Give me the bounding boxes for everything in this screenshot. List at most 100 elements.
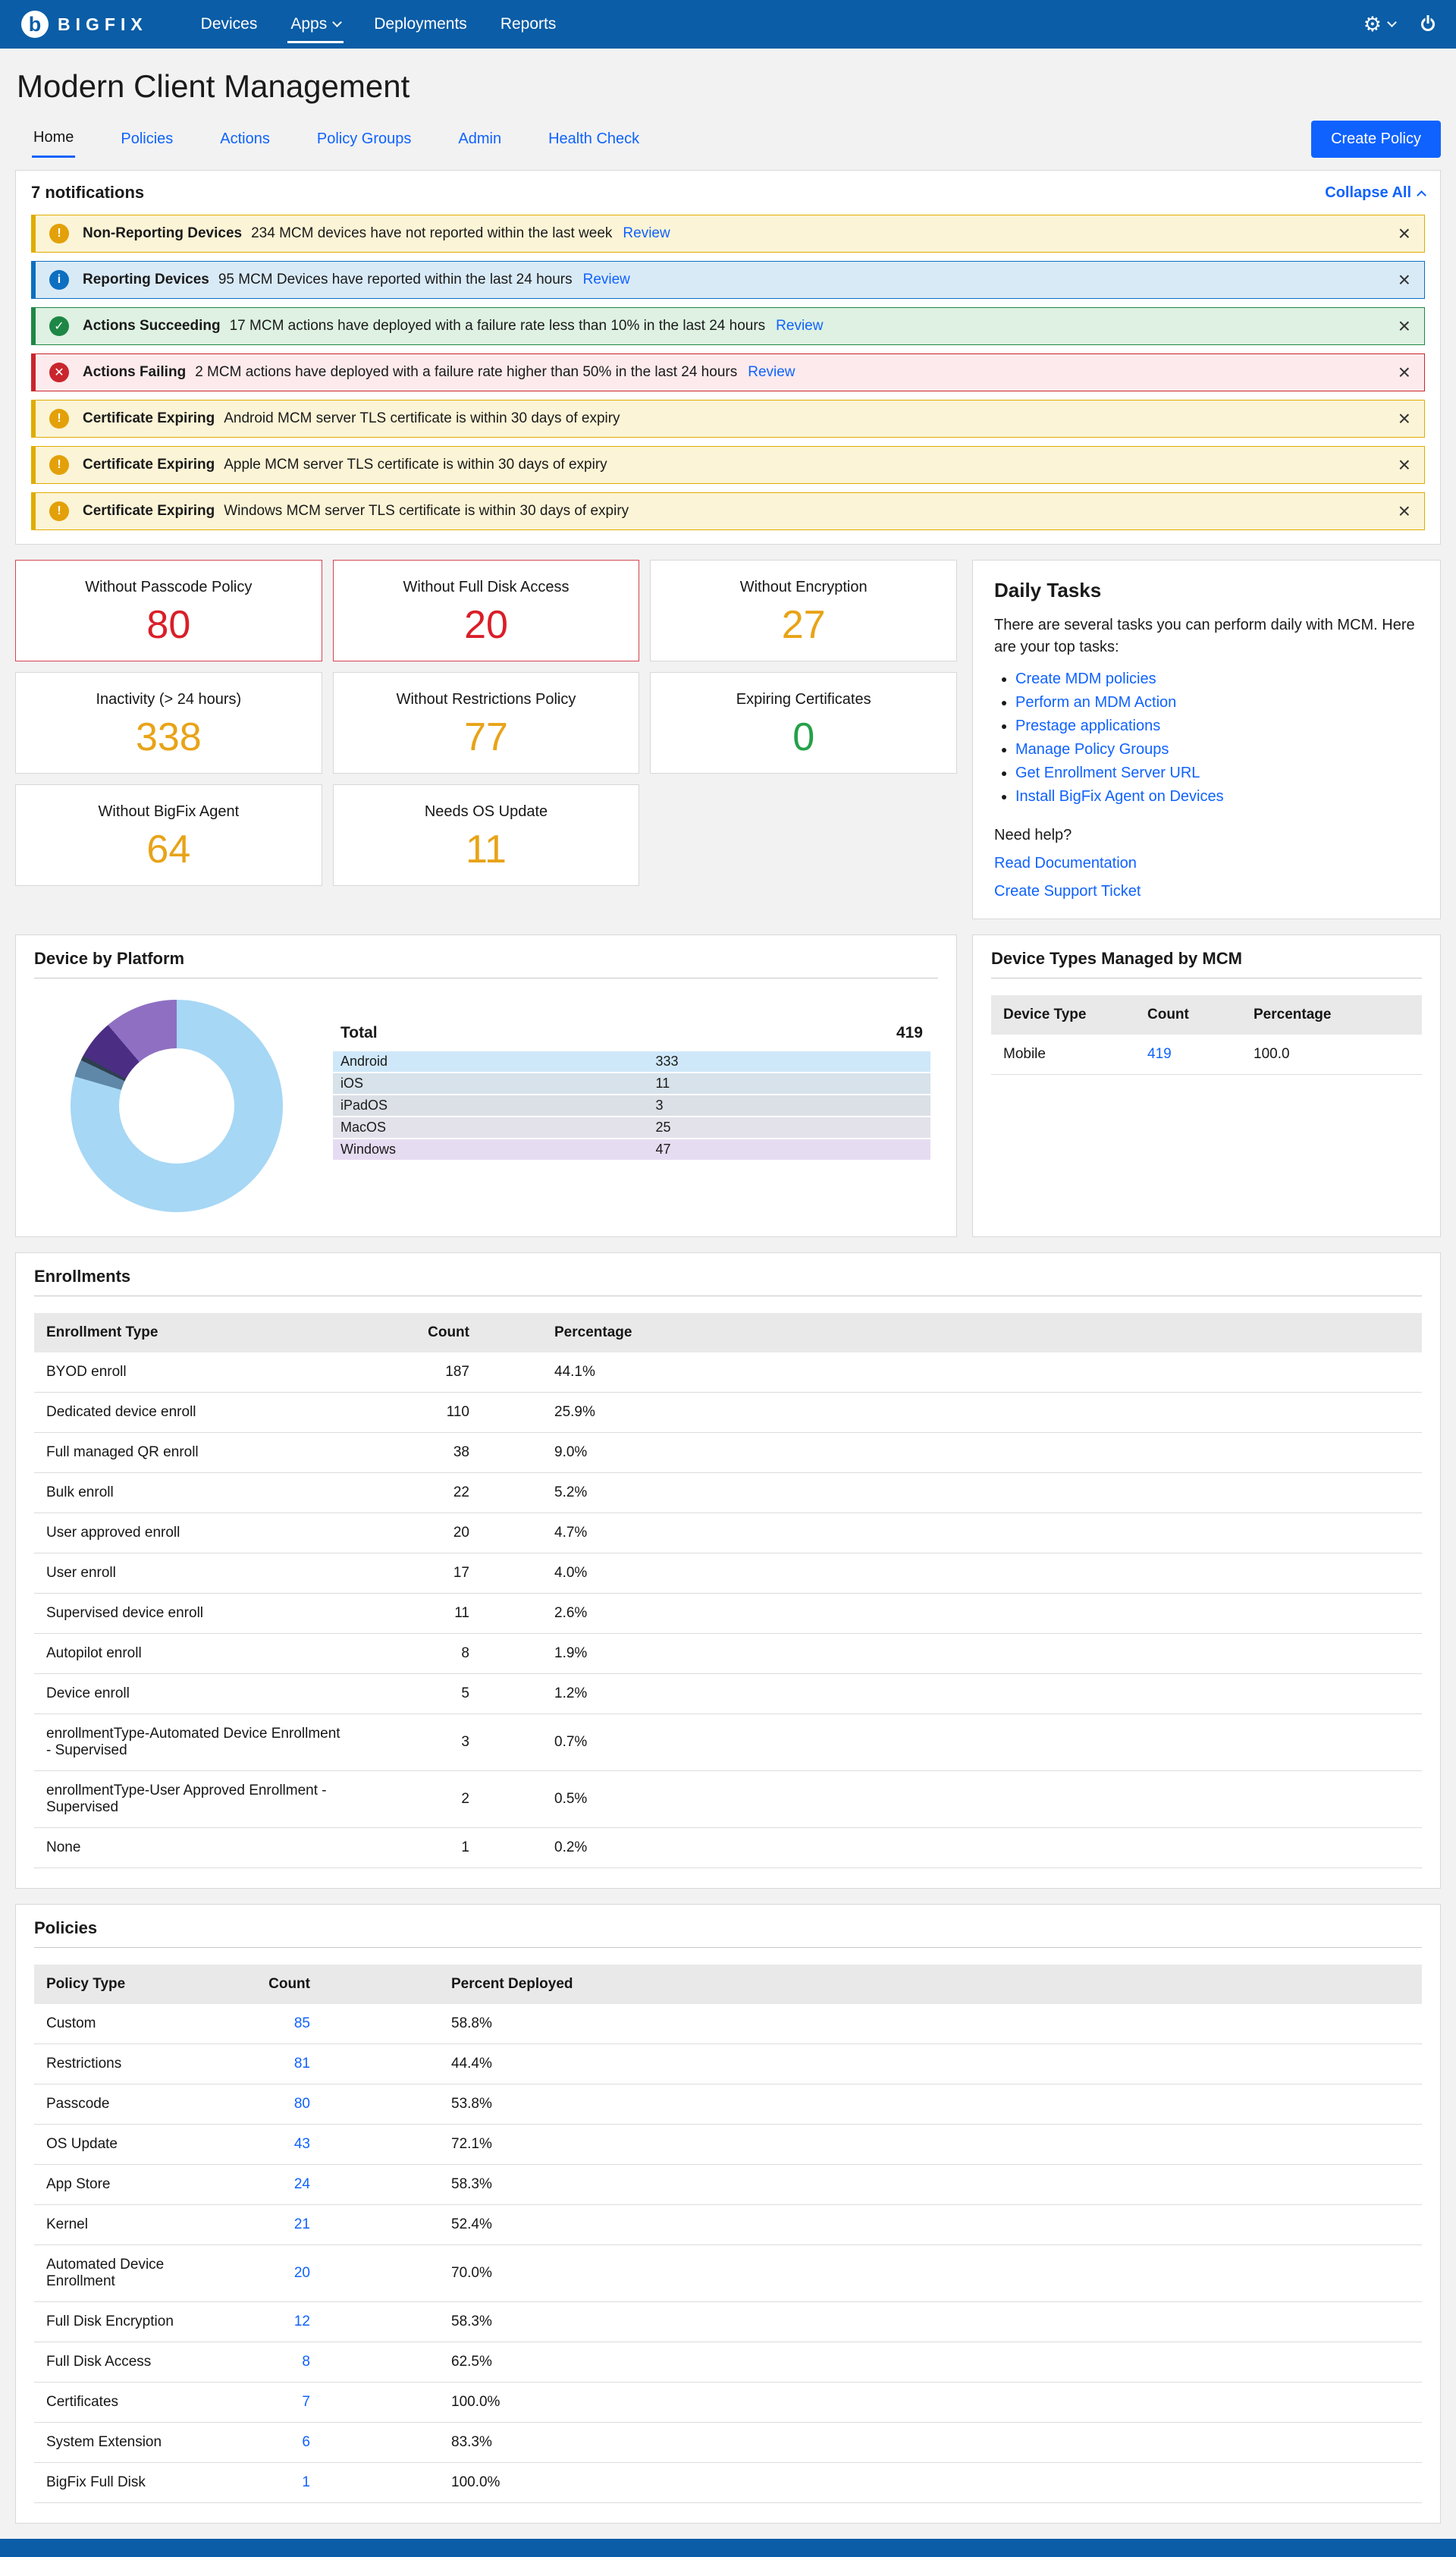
- tab-actions[interactable]: Actions: [218, 121, 271, 157]
- metric-tile-without-passcode-policy[interactable]: Without Passcode Policy80: [15, 560, 322, 661]
- main-content: Modern Client Management HomePoliciesAct…: [0, 49, 1456, 2524]
- close-notification-button[interactable]: ×: [1398, 454, 1410, 476]
- count-link[interactable]: 85: [294, 2015, 310, 2031]
- settings-menu-button[interactable]: ⚙: [1363, 14, 1395, 35]
- collapse-all-link[interactable]: Collapse All: [1325, 184, 1425, 202]
- nav-item-label: Apps: [290, 15, 327, 33]
- table-cell: 58.3%: [322, 2302, 1422, 2342]
- column-header: Percent Deployed: [322, 1965, 1422, 2004]
- table-row: Full managed QR enroll389.0%: [34, 1433, 1422, 1473]
- close-notification-button[interactable]: ×: [1398, 269, 1410, 291]
- table-cell: enrollmentType-Automated Device Enrollme…: [34, 1714, 360, 1771]
- table-cell: 62.5%: [322, 2342, 1422, 2383]
- tab-health-check[interactable]: Health Check: [547, 121, 641, 157]
- task-link-perform-an-mdm-action[interactable]: Perform an MDM Action: [1015, 694, 1176, 711]
- review-link[interactable]: Review: [776, 318, 823, 335]
- review-link[interactable]: Review: [748, 364, 795, 381]
- metric-tile-without-full-disk-access[interactable]: Without Full Disk Access20: [333, 560, 640, 661]
- metric-tile-without-restrictions-policy[interactable]: Without Restrictions Policy77: [333, 672, 640, 774]
- create-policy-button[interactable]: Create Policy: [1311, 121, 1441, 158]
- metric-tile-without-encryption[interactable]: Without Encryption27: [650, 560, 957, 661]
- table-row: BYOD enroll18744.1%: [34, 1352, 1422, 1393]
- close-notification-button[interactable]: ×: [1398, 408, 1410, 429]
- review-link[interactable]: Review: [583, 272, 630, 288]
- task-list-item: Prestage applications: [1015, 718, 1419, 735]
- table-row: Device enroll51.2%: [34, 1674, 1422, 1714]
- enrollments-table-wrap: Enrollment Type Count Percentage BYOD en…: [16, 1296, 1440, 1888]
- metric-tile-without-bigfix-agent[interactable]: Without BigFix Agent64: [15, 784, 322, 886]
- task-list-item: Perform an MDM Action: [1015, 694, 1419, 711]
- nav-item-label: Deployments: [374, 15, 467, 33]
- daily-tasks-list: Create MDM policies Perform an MDM Action…: [1015, 671, 1419, 806]
- count-link[interactable]: 419: [1147, 1046, 1172, 1062]
- legend-row-ios: iOS11: [333, 1073, 930, 1094]
- notification-message: 234 MCM devices have not reported within…: [251, 225, 612, 242]
- help-link-create-support-ticket[interactable]: Create Support Ticket: [994, 883, 1419, 900]
- tab-admin[interactable]: Admin: [457, 121, 503, 157]
- table-cell: 419: [1135, 1035, 1241, 1075]
- footer-bar: [0, 2539, 1456, 2557]
- review-link[interactable]: Review: [623, 225, 670, 242]
- metric-tile-inactivity-24-hours-[interactable]: Inactivity (> 24 hours)338: [15, 672, 322, 774]
- count-link[interactable]: 80: [294, 2096, 310, 2112]
- count-link[interactable]: 21: [294, 2216, 310, 2232]
- tab-home[interactable]: Home: [32, 120, 75, 158]
- task-link-manage-policy-groups[interactable]: Manage Policy Groups: [1015, 741, 1169, 758]
- metric-tile-expiring-certificates[interactable]: Expiring Certificates0: [650, 672, 957, 774]
- table-row: OS Update4372.1%: [34, 2125, 1422, 2165]
- legend-platform-count: 3: [656, 1098, 664, 1114]
- tab-bar: Home Policies Actions Policy Groups Admin Hea…: [0, 120, 1456, 158]
- legend-total-value: 419: [896, 1024, 923, 1042]
- column-header: Device Type: [991, 995, 1135, 1035]
- close-notification-button[interactable]: ×: [1398, 223, 1410, 244]
- count-link[interactable]: 12: [294, 2314, 310, 2329]
- table-cell: 80: [231, 2084, 322, 2125]
- count-link[interactable]: 6: [302, 2434, 310, 2450]
- table-cell: Restrictions: [34, 2044, 231, 2084]
- column-header: Count: [1135, 995, 1241, 1035]
- close-notification-button[interactable]: ×: [1398, 362, 1410, 383]
- count-link[interactable]: 20: [294, 2265, 310, 2281]
- count-link[interactable]: 81: [294, 2056, 310, 2072]
- close-notification-button[interactable]: ×: [1398, 501, 1410, 522]
- platform-legend: Total 419 Android333iOS11iPadOS3MacOS25W…: [333, 1019, 930, 1161]
- table-cell: 8: [360, 1634, 482, 1674]
- nav-item-reports[interactable]: Reports: [484, 0, 573, 49]
- tile-value: 64: [16, 827, 322, 872]
- task-link-get-enrollment-server-url[interactable]: Get Enrollment Server URL: [1015, 765, 1200, 781]
- logout-button[interactable]: [1421, 17, 1435, 31]
- legend-platform-name: MacOS: [340, 1120, 386, 1136]
- count-link[interactable]: 43: [294, 2136, 310, 2152]
- help-link-read-documentation[interactable]: Read Documentation: [994, 855, 1419, 872]
- nav-item-apps[interactable]: Apps: [274, 0, 357, 49]
- task-link-install-bigfix-agent-on-devices[interactable]: Install BigFix Agent on Devices: [1015, 788, 1224, 805]
- nav-item-deployments[interactable]: Deployments: [357, 0, 484, 49]
- table-row: User approved enroll204.7%: [34, 1513, 1422, 1553]
- tab-policy-groups[interactable]: Policy Groups: [315, 121, 413, 157]
- tab-policies[interactable]: Policies: [119, 121, 174, 157]
- nav-item-devices[interactable]: Devices: [184, 0, 275, 49]
- count-link[interactable]: 1: [302, 2474, 310, 2490]
- table-cell: 8: [231, 2342, 322, 2383]
- table-cell: 53.8%: [322, 2084, 1422, 2125]
- task-link-prestage-applications[interactable]: Prestage applications: [1015, 718, 1160, 734]
- brand-name: BIGFIX: [58, 14, 148, 35]
- metric-tile-needs-os-update[interactable]: Needs OS Update11: [333, 784, 640, 886]
- platform-donut-chart: [71, 1000, 283, 1212]
- count-link[interactable]: 24: [294, 2176, 310, 2192]
- legend-platform-count: 47: [656, 1142, 671, 1158]
- warning-icon: !: [49, 409, 69, 429]
- device-types-table-wrap: Device Type Count Percentage Mobile41910…: [973, 979, 1440, 1095]
- close-notification-button[interactable]: ×: [1398, 316, 1410, 337]
- donut-hole: [119, 1048, 234, 1164]
- count-link[interactable]: 8: [302, 2354, 310, 2370]
- daily-tasks-card: Daily Tasks There are several tasks you …: [972, 560, 1441, 919]
- bigfix-logo[interactable]: b BIGFIX: [21, 11, 148, 38]
- notification-message: Android MCM server TLS certificate is wi…: [224, 410, 620, 427]
- count-link[interactable]: 7: [302, 2394, 310, 2410]
- column-header: Count: [360, 1313, 482, 1352]
- table-cell: 58.8%: [322, 2004, 1422, 2044]
- task-link-create-mdm-policies[interactable]: Create MDM policies: [1015, 671, 1156, 687]
- table-cell: 44.4%: [322, 2044, 1422, 2084]
- table-cell: 83.3%: [322, 2423, 1422, 2463]
